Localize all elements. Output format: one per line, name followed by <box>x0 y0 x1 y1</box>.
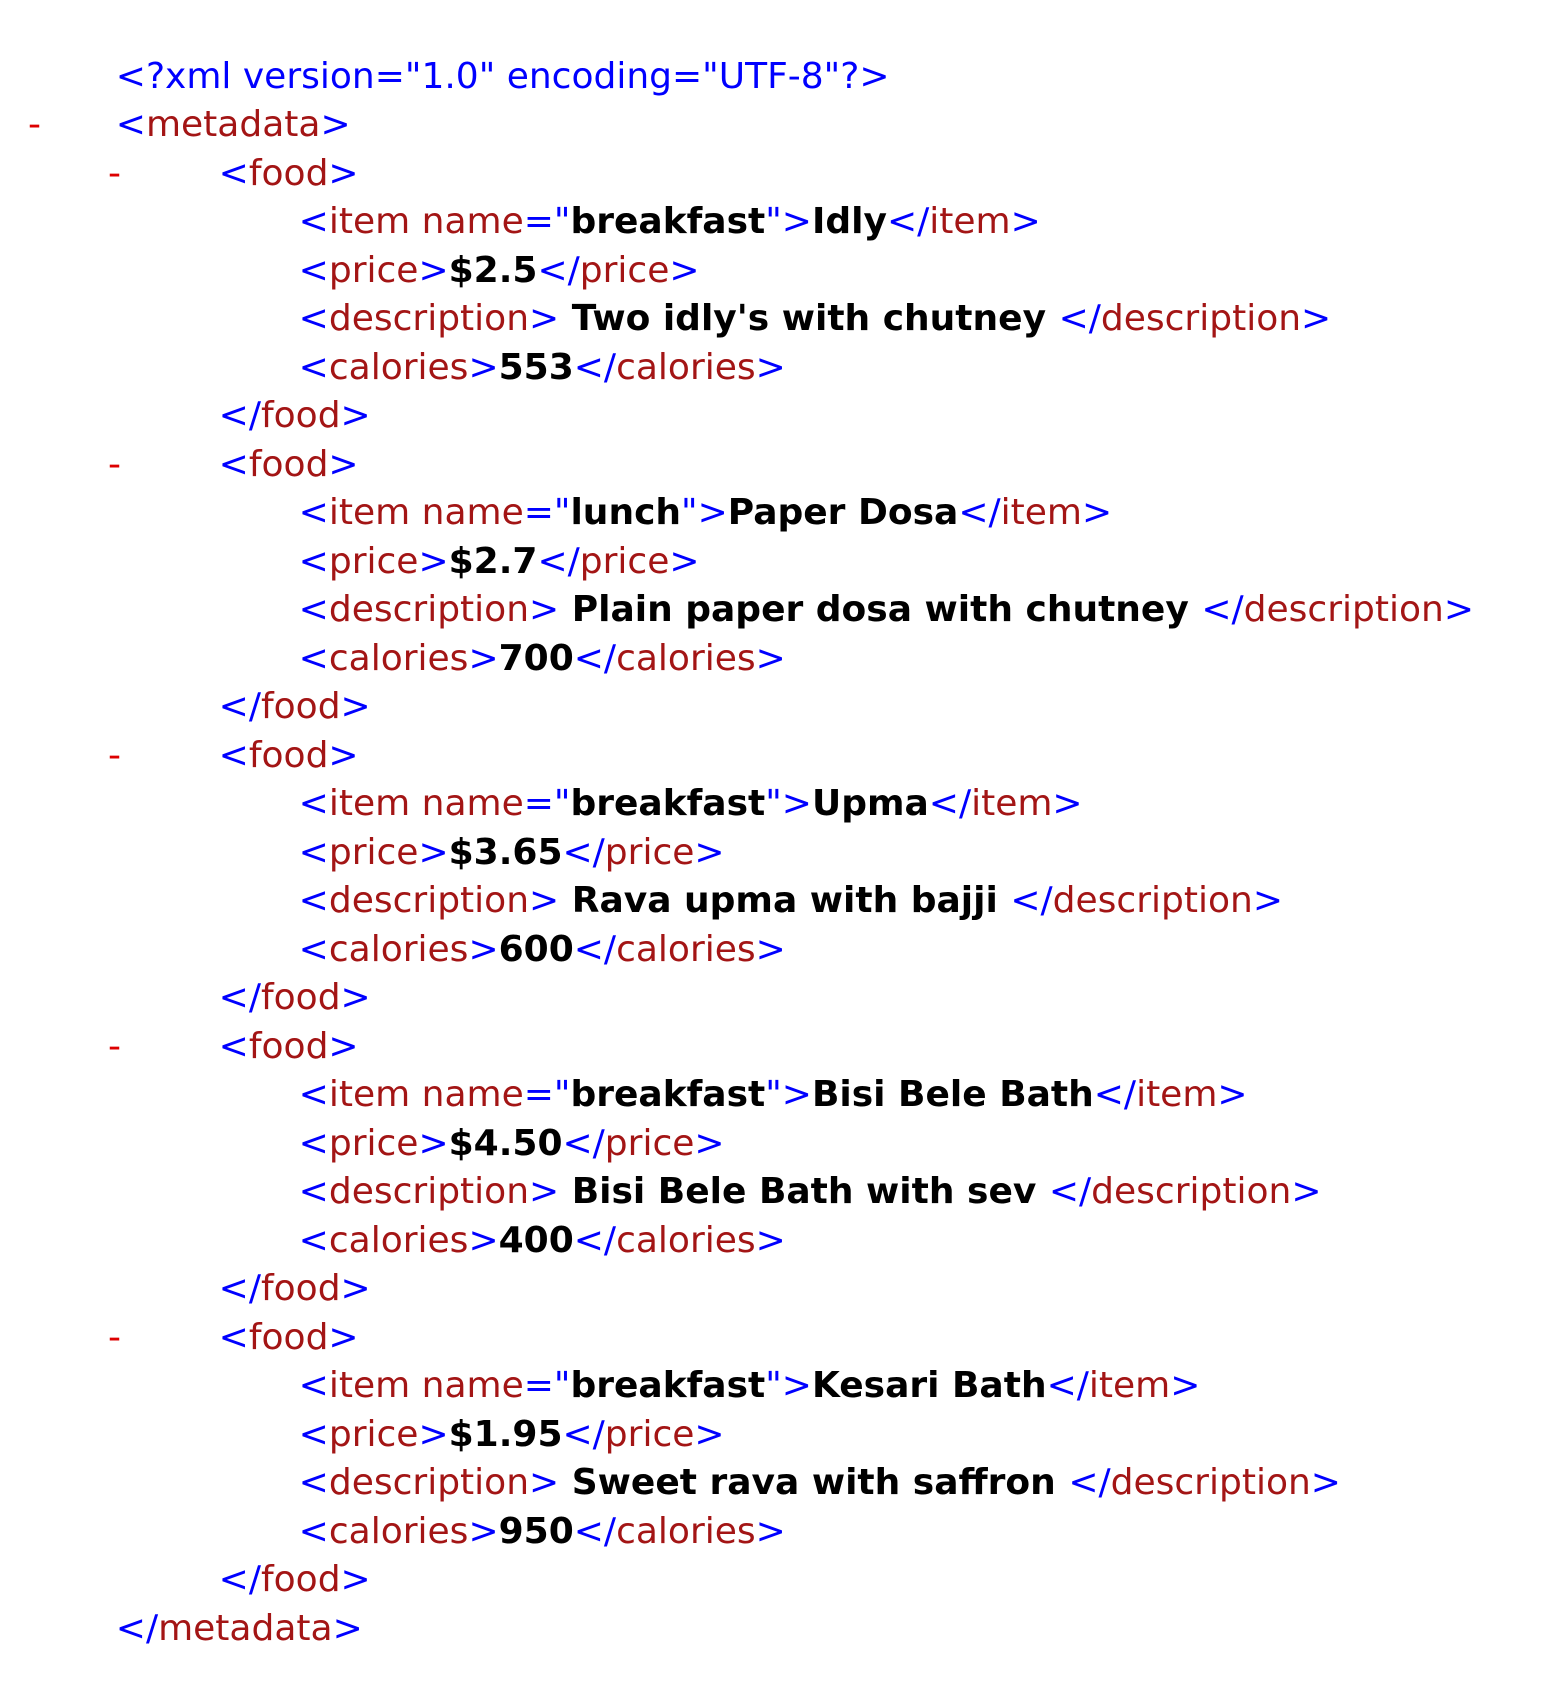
food-open-line: - <food> <box>0 101 1558 194</box>
food-list: - <food> <item name="breakfast">Idly</ite… <box>0 101 1558 1601</box>
description-line: <description> Two idly's with chutney </… <box>298 298 1332 339</box>
metadata-close-line: </metadata> <box>115 1607 363 1649</box>
food-element: - <food> <item name="breakfast">Idly</ite… <box>0 101 1558 437</box>
food-element: - <food> <item name="breakfast">Bisi Bele… <box>0 974 1558 1310</box>
price-line: <price>$2.5</price> <box>298 249 700 291</box>
food-close-line: </food> <box>218 1268 371 1309</box>
food-element: - <food> <item name="breakfast">Kesari Ba… <box>0 1265 1558 1601</box>
description-line: <description> Sweet rava with saffron </… <box>298 1462 1341 1503</box>
item-line: <item name="breakfast">Upma</item> <box>298 783 1083 824</box>
food-open-line: - <food> <box>0 974 1558 1067</box>
item-line: <item name="breakfast">Idly</item> <box>298 201 1041 242</box>
item-line: <item name="lunch">Paper Dosa</item> <box>298 492 1113 533</box>
price-line: <price>$1.95</price> <box>298 1413 725 1455</box>
food-close-line: </food> <box>218 686 371 727</box>
price-line: <price>$3.65</price> <box>298 831 725 873</box>
xml-tree-view: <?xml version="1.0" encoding="UTF-8"?> -… <box>0 4 1558 1649</box>
food-close-line: </food> <box>218 977 371 1018</box>
item-line: <item name="breakfast">Bisi Bele Bath</i… <box>298 1074 1248 1115</box>
food-element: - <food> <item name="breakfast">Upma</ite… <box>0 683 1558 1019</box>
price-line: <price>$2.7</price> <box>298 540 700 582</box>
price-line: <price>$4.50</price> <box>298 1122 725 1164</box>
food-close-line: </food> <box>218 1559 371 1600</box>
food-open-line: - <food> <box>0 1265 1558 1358</box>
xml-declaration: <?xml version="1.0" encoding="UTF-8"?> <box>0 4 1558 97</box>
metadata-close-tag: metadata <box>158 1607 333 1649</box>
food-element: - <food> <item name="lunch">Paper Dosa</i… <box>0 392 1558 728</box>
description-line: <description> Plain paper dosa with chut… <box>298 589 1474 630</box>
food-open-line: - <food> <box>0 683 1558 776</box>
metadata-open-line: - <metadata> <box>0 53 1558 145</box>
item-line: <item name="breakfast">Kesari Bath</item… <box>298 1365 1201 1406</box>
food-close-line: </food> <box>218 395 371 436</box>
calories-line: <calories>950</calories> <box>298 1510 786 1552</box>
description-line: <description> Bisi Bele Bath with sev </… <box>298 1171 1322 1212</box>
calories-line: <calories>553</calories> <box>298 346 786 388</box>
calories-line: <calories>700</calories> <box>298 637 786 679</box>
calories-line: <calories>400</calories> <box>298 1219 786 1261</box>
calories-line: <calories>600</calories> <box>298 928 786 970</box>
food-open-line: - <food> <box>0 392 1558 485</box>
description-line: <description> Rava upma with bajji </des… <box>298 880 1283 921</box>
